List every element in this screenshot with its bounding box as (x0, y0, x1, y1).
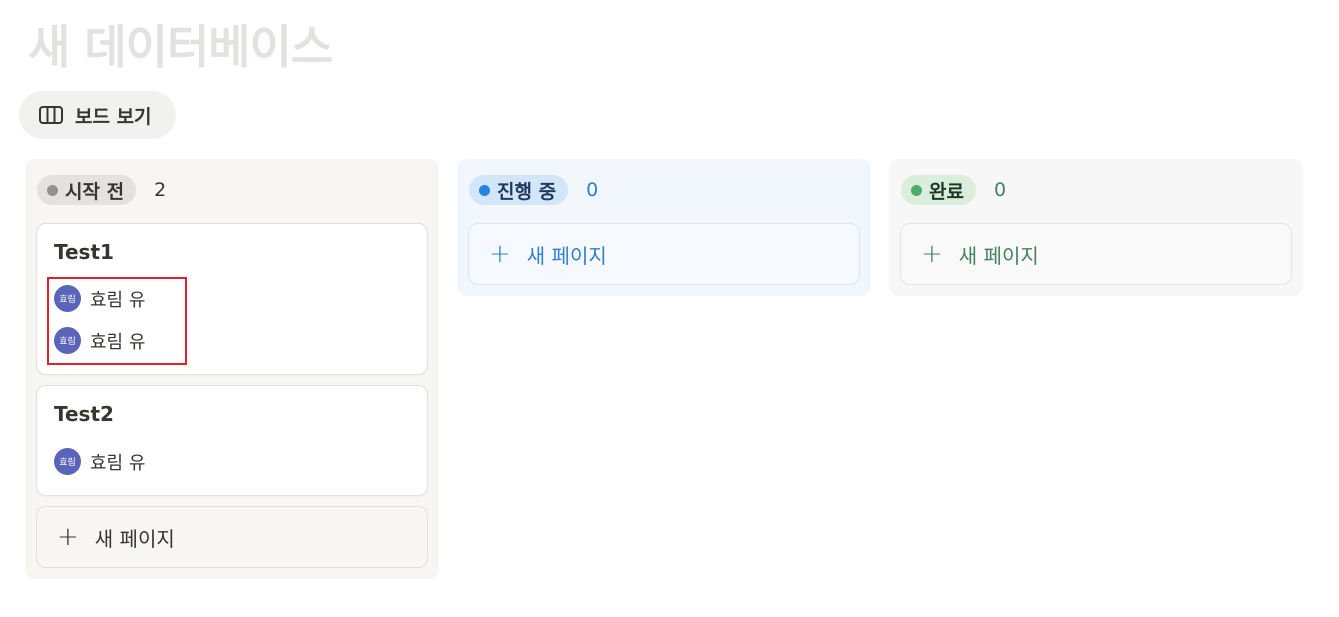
status-badge-in-progress[interactable]: 진행 중 (469, 175, 569, 205)
new-page-button[interactable]: + 새 페이지 (468, 223, 860, 285)
status-label: 시작 전 (65, 180, 125, 203)
new-page-button[interactable]: + 새 페이지 (36, 506, 428, 568)
plus-icon: + (921, 239, 943, 269)
highlight-box (47, 277, 187, 365)
column-count: 0 (993, 179, 1007, 201)
new-page-label: 새 페이지 (958, 243, 1039, 268)
person-property[interactable]: 효림 효림 유 (54, 448, 145, 475)
plus-icon: + (57, 522, 79, 552)
new-page-label: 새 페이지 (94, 526, 175, 551)
new-page-button[interactable]: + 새 페이지 (900, 223, 1292, 285)
card-title: Test1 (54, 240, 114, 264)
card-title: Test2 (54, 402, 114, 426)
status-dot-icon (479, 184, 490, 196)
status-dot-icon (47, 184, 58, 196)
status-badge-done[interactable]: 완료 (901, 175, 976, 205)
board-card-test1[interactable]: Test1 효림 효림 유 효림 효림 유 (36, 223, 428, 375)
avatar: 효림 (54, 448, 81, 475)
status-dot-icon (911, 184, 922, 196)
plus-icon: + (489, 239, 511, 269)
status-badge-not-started[interactable]: 시작 전 (37, 175, 137, 205)
board-column-not-started: 시작 전 2 Test1 효림 효림 유 효림 효림 유 Test2 효림 효림… (25, 159, 439, 579)
status-label: 진행 중 (497, 180, 557, 203)
column-header: 진행 중 0 (469, 175, 598, 205)
column-count: 2 (154, 179, 167, 201)
page-title[interactable]: 새 데이터베이스 (28, 16, 333, 78)
column-header: 완료 0 (901, 175, 1006, 205)
board-column-done: 완료 0 + 새 페이지 (889, 159, 1303, 296)
board-view-icon (39, 106, 63, 124)
column-header: 시작 전 2 (37, 175, 166, 205)
column-count: 0 (586, 179, 599, 201)
status-label: 완료 (929, 180, 964, 203)
tab-board-view-label: 보드 보기 (75, 105, 152, 128)
tab-board-view[interactable]: 보드 보기 (19, 91, 176, 139)
board-column-in-progress: 진행 중 0 + 새 페이지 (457, 159, 871, 296)
board-card-test2[interactable]: Test2 효림 효림 유 (36, 385, 428, 496)
person-name: 효림 유 (90, 452, 146, 474)
new-page-label: 새 페이지 (526, 243, 607, 268)
